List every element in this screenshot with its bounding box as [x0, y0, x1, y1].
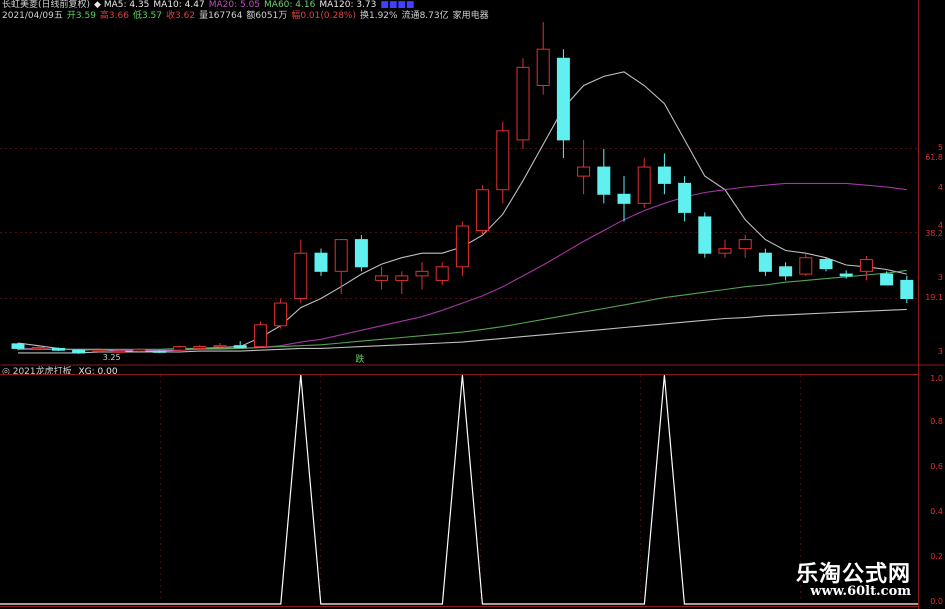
xg-signal-line	[0, 374, 918, 605]
candle-body	[253, 324, 267, 348]
candle-body	[152, 350, 166, 353]
candle-body	[577, 166, 591, 177]
chart-canvas[interactable]: 3.25 跌561.84438.2319.131.00.80.60.40.20.0	[0, 0, 945, 609]
price-tick: 61.8	[925, 153, 943, 162]
candle-body	[597, 166, 611, 195]
candle-body	[900, 279, 914, 300]
ma-line-ma60	[18, 269, 907, 350]
candle-body	[556, 57, 570, 141]
candle-body	[72, 349, 86, 354]
panel-divider	[0, 364, 945, 366]
indicator-tick: 0.8	[930, 417, 943, 426]
candle-body	[698, 216, 712, 254]
candle-body	[354, 239, 368, 268]
ma-line-ma120	[18, 308, 907, 354]
candle-body	[476, 189, 490, 232]
candle-body	[294, 252, 308, 300]
low-price-label: 3.25	[103, 353, 121, 362]
signal-label: 跌	[355, 354, 364, 365]
candle-body	[799, 257, 813, 275]
price-tick: 3	[938, 273, 943, 282]
price-tick: 19.1	[925, 293, 943, 302]
candle-body	[516, 66, 530, 141]
price-tick: 5	[938, 143, 943, 152]
watermark-url: www.60lt.com	[810, 584, 911, 599]
candle-body	[92, 349, 106, 352]
indicator-tick: 0.0	[930, 597, 943, 606]
indicator-tick: 1.0	[930, 374, 943, 383]
candle-body	[314, 252, 328, 272]
candle-body	[738, 239, 752, 250]
candle-body	[496, 130, 510, 191]
candle-body	[173, 346, 187, 351]
candle-body	[395, 275, 409, 281]
candle-body	[132, 348, 146, 352]
price-tick: 38.2	[925, 229, 943, 238]
candle-body	[415, 270, 429, 277]
candle-body	[859, 259, 873, 272]
candle-body	[718, 248, 732, 254]
candle-body	[435, 266, 449, 281]
candle-body	[274, 302, 288, 327]
candle-body	[779, 266, 793, 277]
candle-body	[455, 225, 469, 268]
candle-body	[637, 166, 651, 204]
candle-body	[839, 273, 853, 277]
indicator-tick: 0.6	[930, 462, 943, 471]
ma-line-ma5	[17, 71, 907, 352]
candle-body	[880, 273, 894, 286]
candle-body	[657, 166, 671, 184]
candle-body	[819, 259, 833, 270]
candle-body	[31, 346, 45, 350]
candle-body	[11, 343, 25, 349]
indicator-tick: 0.4	[930, 507, 943, 516]
candle-body	[536, 48, 550, 86]
candle-body	[334, 239, 348, 272]
candle-body	[375, 275, 389, 281]
indicator-tick: 0.2	[930, 552, 943, 561]
candle-body	[678, 182, 692, 213]
candle-body	[617, 193, 631, 204]
candle-body	[51, 347, 65, 351]
price-tick: 3	[938, 347, 943, 356]
candle-body	[758, 252, 772, 272]
candle-body	[233, 345, 247, 348]
price-tick: 4	[938, 183, 943, 192]
candle-body	[193, 346, 207, 349]
candle-body	[213, 345, 227, 348]
